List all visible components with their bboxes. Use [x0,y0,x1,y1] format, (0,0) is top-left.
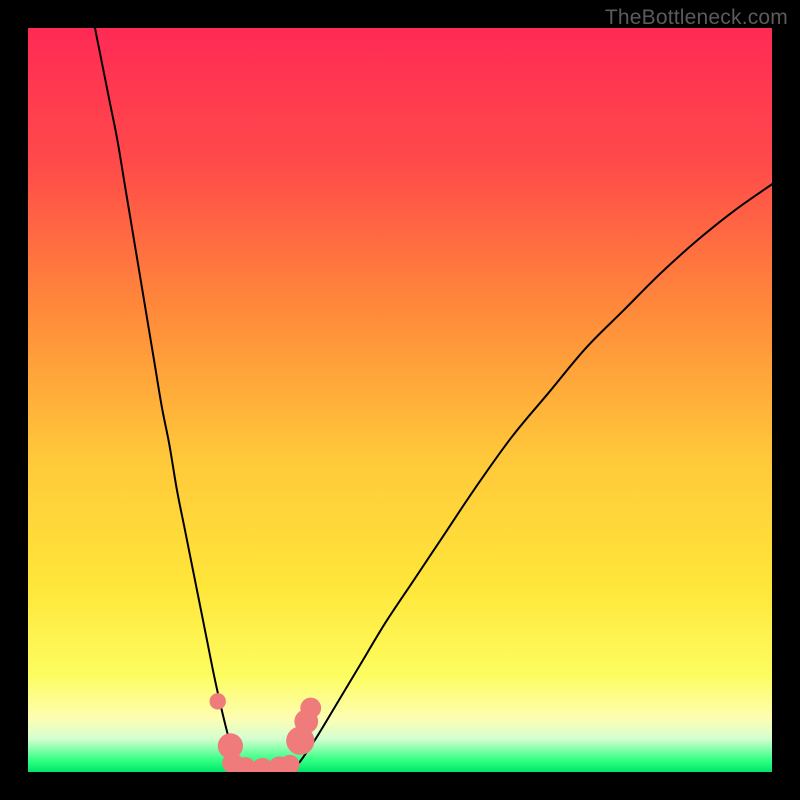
data-point-marker [210,693,226,709]
watermark-text: TheBottleneck.com [605,6,788,30]
chart-background [28,28,772,772]
data-point-marker [300,698,321,719]
bottleneck-chart [28,28,772,772]
chart-frame: TheBottleneck.com [0,0,800,800]
